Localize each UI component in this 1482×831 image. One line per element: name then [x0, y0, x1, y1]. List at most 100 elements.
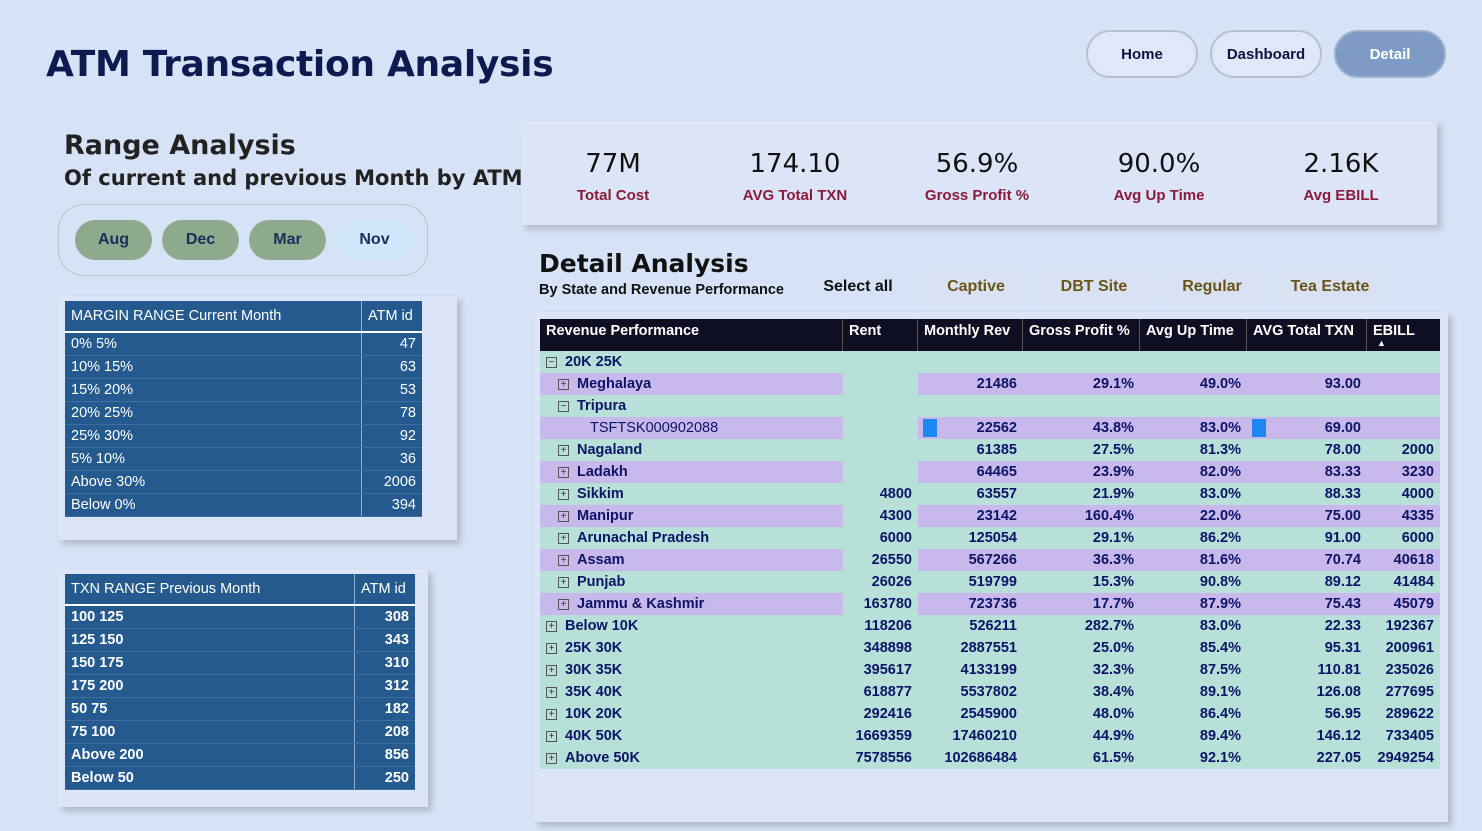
matrix-row[interactable]: + Manipur 4300 23142 160.4% 22.0% 75.00 4335 — [540, 505, 1440, 527]
table-row[interactable]: 125 150 343 — [65, 629, 415, 652]
cell-value: 83.0% — [1199, 618, 1241, 634]
column-header[interactable]: TXN RANGE Previous Month — [65, 574, 355, 604]
month-chip-nov[interactable]: Nov — [336, 220, 413, 260]
value-cell: 49.0% — [1140, 373, 1247, 395]
expand-icon[interactable]: + — [558, 488, 569, 500]
range-cell: Above 200 — [65, 744, 355, 766]
column-header[interactable]: Avg Up Time — [1140, 319, 1247, 351]
value-cell: 82.0% — [1140, 461, 1247, 483]
value-cell — [1367, 395, 1440, 417]
matrix-row[interactable]: + Arunachal Pradesh 6000 125054 29.1% 86.2% 91… — [540, 527, 1440, 549]
table-row[interactable]: 50 75 182 — [65, 698, 415, 721]
column-header[interactable]: EBILL ▲ — [1367, 319, 1440, 351]
segment-tea-estate[interactable]: Tea Estate — [1276, 268, 1384, 306]
column-header[interactable]: Gross Profit % — [1023, 319, 1140, 351]
cell-value: 88.33 — [1324, 486, 1361, 502]
column-header[interactable]: AVG Total TXN — [1247, 319, 1367, 351]
matrix-row[interactable]: + Nagaland 61385 27.5% 81.3% 78.00 2000 — [540, 439, 1440, 461]
table-row[interactable]: 10% 15% 63 — [65, 356, 422, 379]
expand-icon[interactable]: + — [558, 378, 569, 390]
cell-value: 81.6% — [1199, 552, 1241, 568]
value-cell: 92.1% — [1140, 747, 1247, 769]
row-label: Assam — [577, 552, 625, 568]
expand-icon[interactable]: + — [546, 708, 557, 720]
expand-icon[interactable]: + — [546, 752, 557, 764]
matrix-row[interactable]: +30K 35K 395617 4133199 32.3% 87.5% 110.81 235… — [540, 659, 1440, 681]
matrix-row[interactable]: + Jammu & Kashmir 163780 723736 17.7% 87.9% 75… — [540, 593, 1440, 615]
month-chip-dec[interactable]: Dec — [162, 220, 239, 260]
collapse-icon[interactable]: − — [558, 400, 569, 412]
select-all-option[interactable]: Select all — [812, 268, 904, 306]
value-cell: 526211 — [918, 615, 1023, 637]
matrix-row[interactable]: +40K 50K 1669359 17460210 44.9% 89.4% 146.12 7… — [540, 725, 1440, 747]
matrix-row[interactable]: + Punjab 26026 519799 15.3% 90.8% 89.12 41484 — [540, 571, 1440, 593]
value-cell: 86.4% — [1140, 703, 1247, 725]
table-row[interactable]: Above 30% 2006 — [65, 471, 422, 494]
matrix-row[interactable]: TSFTSK000902088 22562 43.8% 83.0% 69.00 — [540, 417, 1440, 439]
column-header[interactable]: ATM id — [355, 574, 415, 604]
value-cell: 48.0% — [1023, 703, 1140, 725]
matrix-row[interactable]: + Meghalaya 21486 29.1% 49.0% 93.00 — [540, 373, 1440, 395]
expand-icon[interactable]: + — [558, 510, 569, 522]
matrix-row[interactable]: + Ladakh 64465 23.9% 82.0% 83.33 3230 — [540, 461, 1440, 483]
value-cell: 87.5% — [1140, 659, 1247, 681]
table-row[interactable]: 0% 5% 47 — [65, 333, 422, 356]
expand-icon[interactable]: + — [546, 686, 557, 698]
expand-icon[interactable]: + — [558, 554, 569, 566]
cell-value: 3230 — [1401, 464, 1434, 480]
column-header[interactable]: MARGIN RANGE Current Month — [65, 301, 362, 331]
table-header: TXN RANGE Previous Month ATM id — [65, 574, 415, 606]
column-header[interactable]: ATM id — [362, 301, 422, 331]
column-header[interactable]: Rent — [843, 319, 918, 351]
table-row[interactable]: 20% 25% 78 — [65, 402, 422, 425]
matrix-row[interactable]: + Above 50K 7578556 102686484 61.5% 92.1% 227.… — [540, 747, 1440, 769]
expand-icon[interactable]: + — [546, 664, 557, 676]
segment-regular[interactable]: Regular — [1158, 268, 1266, 306]
expand-icon[interactable]: + — [546, 620, 557, 632]
table-row[interactable]: Below 50 250 — [65, 767, 415, 790]
atm-count-cell: 308 — [384, 609, 409, 625]
expand-icon[interactable]: + — [558, 466, 569, 478]
expand-icon[interactable]: + — [558, 444, 569, 456]
matrix-row[interactable]: − Tripura — [540, 395, 1440, 417]
segment-dbt-site[interactable]: DBT Site — [1040, 268, 1148, 306]
collapse-icon[interactable]: − — [546, 356, 557, 368]
kpi-label: Total Cost — [576, 187, 650, 204]
matrix-row[interactable]: +35K 40K 618877 5537802 38.4% 89.1% 126.08 277… — [540, 681, 1440, 703]
matrix-row[interactable]: +10K 20K 292416 2545900 48.0% 86.4% 56.95 2896… — [540, 703, 1440, 725]
table-row[interactable]: 150 175 310 — [65, 652, 415, 675]
expand-icon[interactable]: + — [546, 642, 557, 654]
matrix-row[interactable]: + Sikkim 4800 63557 21.9% 83.0% 88.33 4000 — [540, 483, 1440, 505]
matrix-row[interactable]: −20K 25K — [540, 351, 1440, 373]
home-button[interactable]: Home — [1086, 30, 1198, 78]
value-cell — [843, 439, 918, 461]
matrix-row[interactable]: + Assam 26550 567266 36.3% 81.6% 70.74 40618 — [540, 549, 1440, 571]
value-cell: 163780 — [843, 593, 918, 615]
dashboard-button[interactable]: Dashboard — [1210, 30, 1322, 78]
table-row[interactable]: 25% 30% 92 — [65, 425, 422, 448]
value-cell: 93.00 — [1247, 373, 1367, 395]
matrix-row[interactable]: +25K 30K 348898 2887551 25.0% 85.4% 95.31 2009… — [540, 637, 1440, 659]
expand-icon[interactable]: + — [558, 576, 569, 588]
expand-icon[interactable]: + — [546, 730, 557, 742]
column-header[interactable]: Revenue Performance — [540, 319, 843, 351]
cell-value: 32.3% — [1092, 662, 1134, 678]
matrix-row[interactable]: + Below 10K 118206 526211 282.7% 83.0% 22.33 19… — [540, 615, 1440, 637]
table-row[interactable]: 75 100 208 — [65, 721, 415, 744]
value-cell: 102686484 — [918, 747, 1023, 769]
month-chip-mar[interactable]: Mar — [249, 220, 326, 260]
segment-captive[interactable]: Captive — [922, 268, 1030, 306]
table-row[interactable]: 15% 20% 53 — [65, 379, 422, 402]
table-row[interactable]: Below 0% 394 — [65, 494, 422, 517]
expand-icon[interactable]: + — [558, 532, 569, 544]
sort-ascending-icon[interactable]: ▲ — [1377, 339, 1386, 348]
table-row[interactable]: Above 200 856 — [65, 744, 415, 767]
expand-icon[interactable]: + — [558, 598, 569, 610]
table-row[interactable]: 100 125 308 — [65, 606, 415, 629]
row-label: 30K 35K — [565, 662, 623, 678]
detail-button[interactable]: Detail — [1334, 30, 1446, 78]
column-header[interactable]: Monthly Rev — [918, 319, 1023, 351]
table-row[interactable]: 5% 10% 36 — [65, 448, 422, 471]
table-row[interactable]: 175 200 312 — [65, 675, 415, 698]
month-chip-aug[interactable]: Aug — [75, 220, 152, 260]
